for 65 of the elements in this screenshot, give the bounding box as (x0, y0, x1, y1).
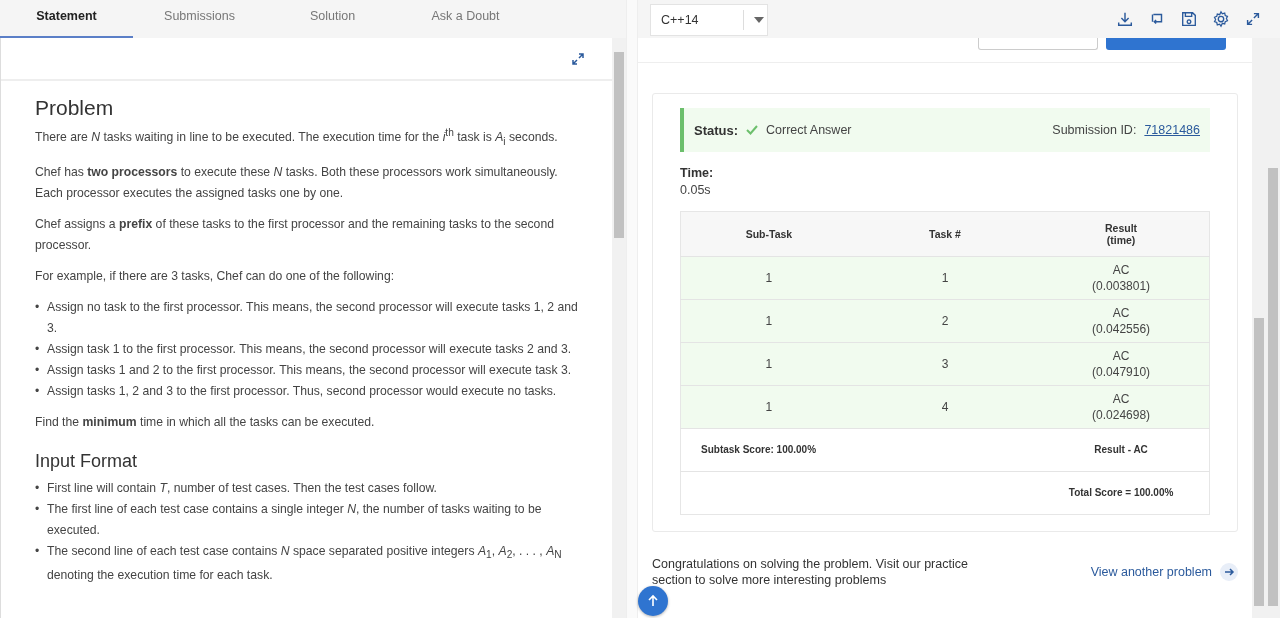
table-cell: AC (0.003801) (1033, 256, 1210, 300)
table-cell: 4 (856, 385, 1034, 429)
bullet: • (35, 542, 41, 560)
submission-id-link[interactable]: 71821486 (1144, 123, 1200, 137)
arrow-up-icon (646, 594, 660, 608)
bullet: • (35, 340, 41, 358)
column-header: Result (time) (1033, 211, 1210, 257)
list-item: The first line of each test case contains a single integer N, the number of tasks waiting to be executed. (47, 500, 543, 539)
download-icon[interactable] (1116, 10, 1134, 28)
scroll-to-top-button[interactable] (638, 586, 668, 616)
tab[interactable]: Submissions (133, 0, 266, 38)
time-label: Time: (680, 166, 715, 180)
bullet: • (35, 479, 41, 497)
bullet: • (35, 361, 41, 379)
table-cell: AC (0.047910) (1033, 342, 1210, 386)
table-cell: 2 (856, 299, 1034, 343)
table-cell: 1 (680, 342, 857, 386)
paragraph: Chef has two processors to execute these N tasks. Both these processors work simultaneously. Each processor executes the assigned tasks one by one. (35, 163, 559, 202)
scrollbar[interactable] (1266, 38, 1280, 618)
table-cell: 1 (856, 256, 1034, 300)
subtask-result: Result - AC (1033, 428, 1210, 472)
status-value: Correct Answer (766, 123, 852, 137)
settings-icon[interactable] (1212, 10, 1230, 28)
expand-icon[interactable] (1244, 10, 1262, 28)
language-dropdown[interactable]: C++14 (650, 4, 768, 36)
bullet: • (35, 298, 41, 316)
table-cell: 1 (680, 385, 857, 429)
scrollbar[interactable] (1252, 38, 1266, 618)
table-cell: AC (0.042556) (1033, 299, 1210, 343)
list-item: Assign tasks 1 and 2 to the first processor. This means, the second processor will execute task 3. (47, 361, 573, 379)
tab[interactable]: Statement (0, 0, 133, 38)
table-cell: 1 (680, 256, 857, 300)
paragraph: Find the minimum time in which all the tasks can be executed. (35, 413, 376, 431)
time-value: 0.05s (680, 183, 712, 197)
submission-label: Submission ID: (1052, 123, 1137, 137)
list-item: Assign task 1 to the first processor. This means, the second processor will execute tasks 2 and 3. (47, 340, 573, 358)
tab[interactable]: Solution (266, 0, 399, 38)
save-icon[interactable] (1180, 10, 1198, 28)
scrollbar[interactable] (612, 38, 626, 618)
paragraph: There are N tasks waiting in line to be executed. The execution time for the i$^{th}$ task is A$_{i}$ seconds. (35, 126, 559, 149)
section-heading: Problem (35, 97, 115, 118)
list-item: First line will contain T, number of test cases. Then the test cases follow. (47, 479, 438, 497)
paragraph: For example, if there are 3 tasks, Chef can do one of the following: (35, 267, 396, 285)
table-cell: 3 (856, 342, 1034, 386)
list-item: Assign no task to the first processor. This means, the second processor will execute tasks 1, 2 and 3. (47, 298, 579, 337)
bullet: • (35, 500, 41, 518)
caret-icon (754, 17, 764, 23)
arrow-right-icon (1220, 563, 1238, 581)
table-cell: AC (0.024698) (1033, 385, 1210, 429)
list-item: Assign tasks 1, 2 and 3 to the first processor. Thus, second processor would execute no tasks. (47, 382, 558, 400)
check-icon (746, 125, 759, 135)
column-header: Task # (856, 211, 1034, 257)
paragraph: Chef assigns a prefix of these tasks to the first processor and the remaining tasks to the second processor. (35, 215, 555, 254)
column-header: Sub-Task (680, 211, 857, 257)
subtask-score: Subtask Score: 100.00% (680, 428, 857, 472)
list-item: The second line of each test case contains N space separated positive integers A$_{1}$, A$_{2}$, . . . , A$_{N}$ denoting the execution time for each task. (47, 542, 563, 584)
status-label: Status: (694, 122, 739, 138)
congratulations-message: Congratulations on solving the problem. Visit our practice section to solve more interesting problems (652, 556, 969, 588)
table-cell: 1 (680, 299, 857, 343)
tab[interactable]: Ask a Doubt (399, 0, 532, 38)
bullet: • (35, 382, 41, 400)
view-another-problem-link[interactable]: View another problem (1090, 565, 1212, 579)
total-score: Total Score = 100.00% (1033, 471, 1210, 515)
section-heading: Input Format (35, 450, 139, 472)
expand-icon[interactable] (570, 50, 586, 67)
